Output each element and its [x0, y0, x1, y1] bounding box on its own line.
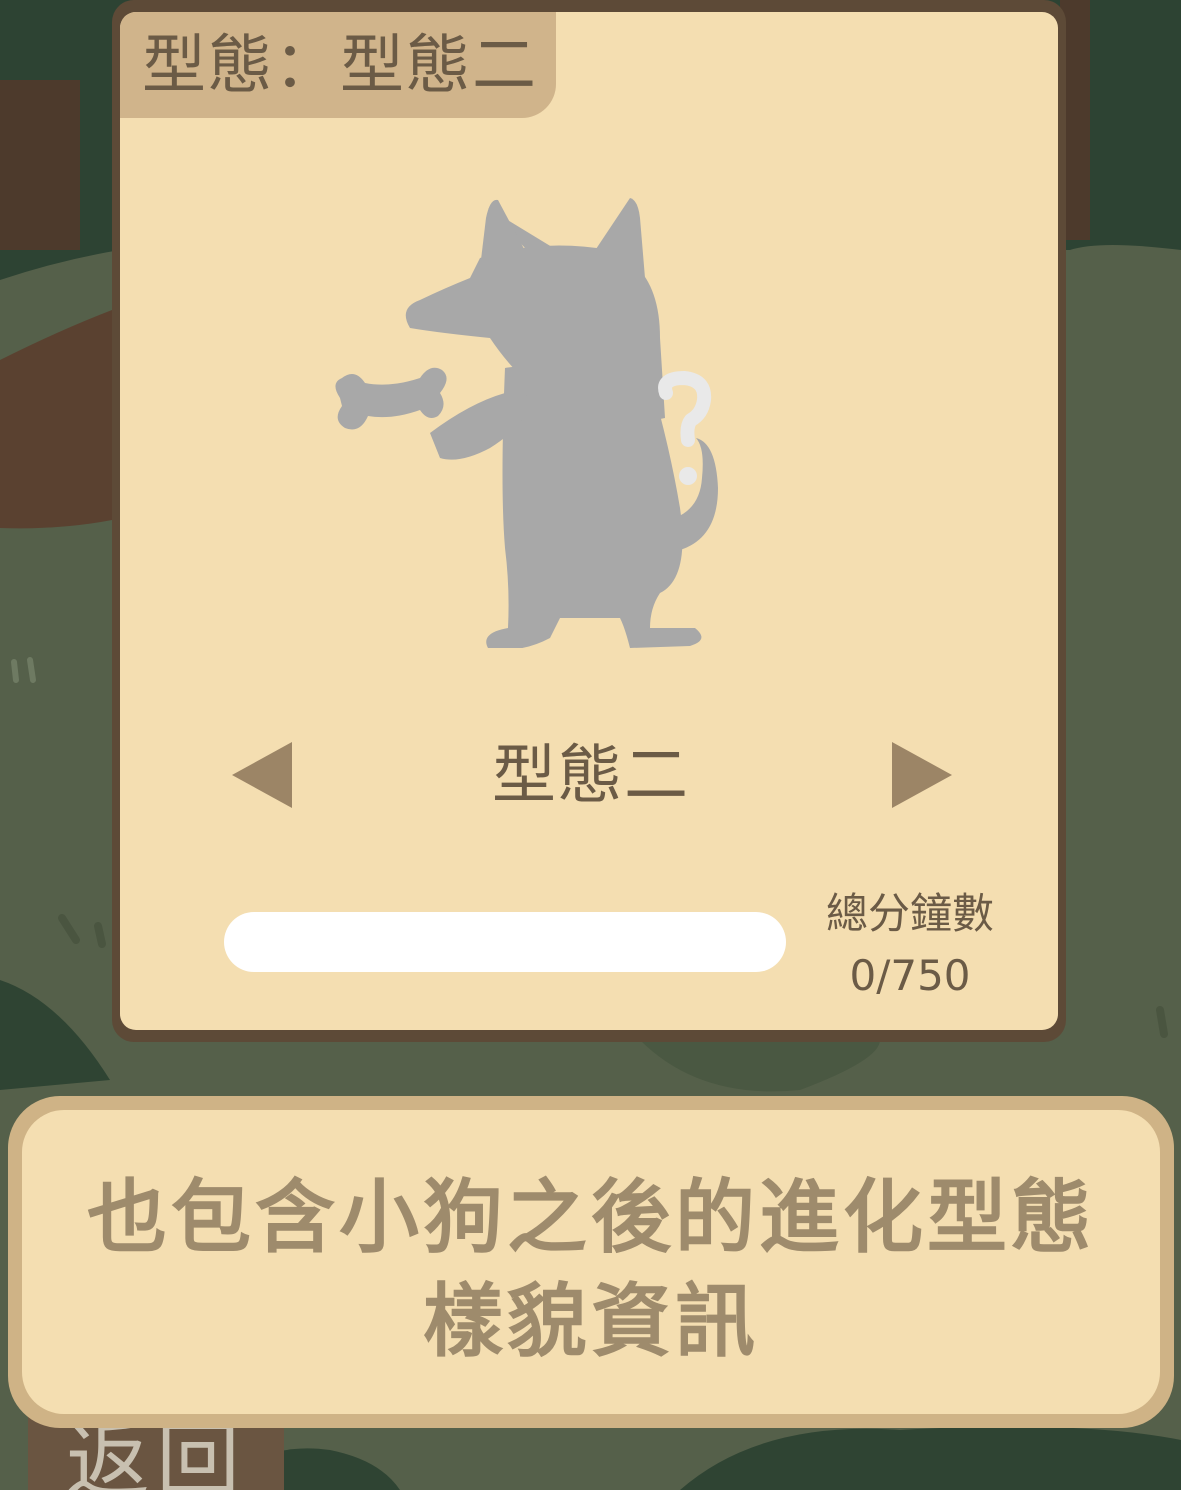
- screen: 返回 型態：型態二 型態二 總分鐘數 0/750 也包含小狗之後的進化型態 樣貌…: [0, 0, 1181, 1490]
- form-name: 型態二: [492, 739, 690, 813]
- form-card: 型態：型態二 型態二 總分鐘數 0/750: [112, 0, 1066, 1042]
- form-header-tab: 型態：型態二: [120, 12, 556, 118]
- tutorial-message-panel: 也包含小狗之後的進化型態 樣貌資訊: [22, 1110, 1160, 1414]
- tutorial-message-box: 也包含小狗之後的進化型態 樣貌資訊: [8, 1096, 1174, 1428]
- minutes-progress-bar: [224, 912, 786, 972]
- form-card-body: 型態：型態二 型態二 總分鐘數 0/750: [120, 12, 1058, 1030]
- next-form-arrow-icon[interactable]: [892, 742, 952, 808]
- tutorial-message-line-1: 也包含小狗之後的進化型態: [87, 1171, 1095, 1264]
- locked-dog-silhouette-icon: [335, 198, 718, 648]
- form-header-label: 型態：型態二: [142, 29, 538, 103]
- total-minutes-value: 0/750: [849, 951, 971, 1000]
- tutorial-message-text: 也包含小狗之後的進化型態 樣貌資訊: [42, 1166, 1140, 1374]
- previous-form-arrow-icon[interactable]: [232, 742, 292, 808]
- total-minutes-label: 總分鐘數: [825, 889, 994, 938]
- tutorial-message-line-2: 樣貌資訊: [423, 1275, 759, 1368]
